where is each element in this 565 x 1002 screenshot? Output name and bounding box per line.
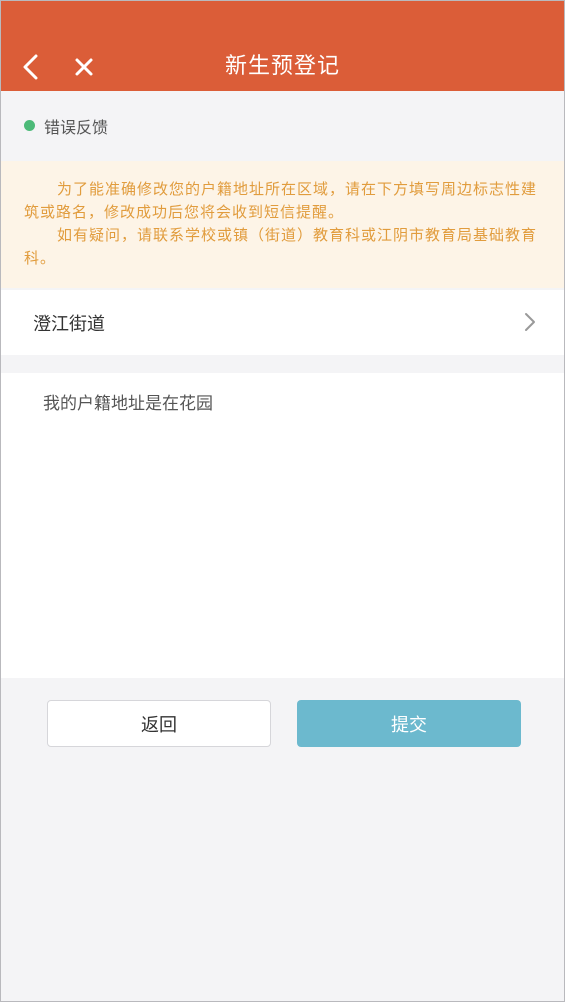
notice-box: 为了能准确修改您的户籍地址所在区域，请在下方填写周边标志性建筑或路名，修改成功后… — [1, 161, 564, 288]
address-input[interactable]: 我的户籍地址是在花园 — [43, 389, 533, 659]
back-action-button[interactable]: 返回 — [47, 700, 271, 747]
feedback-label: 错误反馈 — [44, 118, 109, 137]
feedback-link[interactable]: 错误反馈 — [1, 91, 564, 161]
street-value: 澄江街道 — [33, 314, 105, 335]
chevron-right-icon — [525, 313, 535, 331]
notice-paragraph: 如有疑问，请联系学校或镇（街道）教育科或江阴市教育局基础教育科。 — [24, 226, 538, 267]
app-frame: 新生预登记 错误反馈 为了能准确修改您的户籍地址所在区域，请在下方填写周边标志性… — [0, 0, 565, 1002]
submit-button[interactable]: 提交 — [297, 700, 521, 747]
status-dot-icon — [24, 120, 35, 131]
address-input-box: 我的户籍地址是在花园 — [1, 373, 564, 678]
page-title: 新生预登记 — [224, 54, 340, 79]
header-bar: 新生预登记 — [1, 1, 564, 91]
notice-paragraph: 为了能准确修改您的户籍地址所在区域，请在下方填写周边标志性建筑或路名，修改成功后… — [24, 180, 538, 221]
street-select[interactable]: 澄江街道 — [1, 290, 564, 355]
